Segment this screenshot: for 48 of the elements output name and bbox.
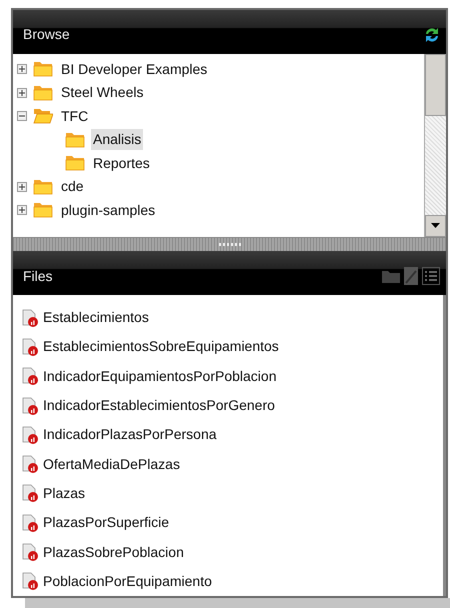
folder-icon [33, 202, 53, 218]
folder-icon [65, 132, 85, 148]
expand-icon[interactable] [17, 88, 27, 98]
file-item[interactable]: IndicadorEquipamientosPorPoblacion [43, 366, 276, 387]
scrollbar-thumb[interactable] [425, 54, 446, 116]
tree-item[interactable]: Steel Wheels [59, 82, 146, 104]
tree-item[interactable]: BI Developer Examples [59, 58, 210, 80]
folder-icon [33, 108, 53, 124]
collapse-icon[interactable] [17, 111, 27, 122]
report-icon [21, 455, 39, 474]
report-icon [21, 572, 39, 590]
file-item[interactable]: OfertaMediaDePlazas [43, 454, 180, 475]
folder-icon [33, 84, 53, 101]
caret-icon [431, 223, 440, 228]
tree-item[interactable]: plugin-samples [59, 200, 158, 221]
file-item[interactable]: PlazasSobrePoblacion [43, 542, 184, 563]
report-icon [21, 308, 39, 327]
tree-item[interactable]: Reportes [91, 152, 152, 174]
tree-item[interactable]: TFC [59, 106, 90, 127]
file-item[interactable]: Establecimientos [43, 307, 149, 328]
file-item[interactable]: Plazas [43, 482, 86, 504]
folder-icon [33, 61, 53, 78]
document-icon[interactable] [404, 267, 418, 286]
report-icon [21, 514, 39, 532]
list-icon[interactable] [422, 267, 440, 286]
report-icon [21, 543, 39, 562]
file-item[interactable]: PlazasPorSuperficie [43, 512, 170, 534]
report-icon [21, 367, 39, 386]
expand-icon[interactable] [17, 64, 27, 74]
report-icon [21, 426, 39, 444]
tree-item[interactable]: Analisis [91, 129, 144, 150]
expand-icon[interactable] [17, 182, 27, 192]
panel-title: Browse [23, 25, 70, 44]
panel-title: Files [23, 266, 53, 286]
splitter[interactable] [13, 238, 446, 252]
report-icon [21, 396, 39, 415]
report-icon [21, 338, 39, 356]
file-item[interactable]: IndicadorEstablecimientosPorGenero [43, 395, 275, 416]
scroll-down-button[interactable] [425, 214, 446, 237]
folder-icon [33, 178, 53, 195]
file-item[interactable]: PoblacionPorEquipamiento [43, 570, 212, 592]
tree-item[interactable]: cde [59, 176, 86, 198]
refresh-icon[interactable] [424, 26, 440, 44]
folder-icon [65, 155, 85, 172]
file-item[interactable]: IndicadorPlazasPorPersona [43, 424, 217, 446]
file-item[interactable]: EstablecimientosSobreEquipamientos [43, 336, 279, 358]
expand-icon[interactable] [17, 205, 27, 216]
report-icon [21, 484, 39, 502]
